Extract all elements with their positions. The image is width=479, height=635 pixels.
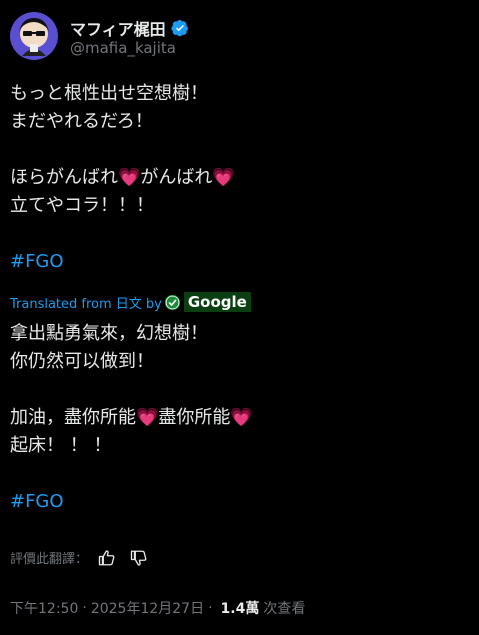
views-count: 1.4萬	[220, 601, 260, 617]
tweet-body: もっと根性出せ空想樹！ まだやれるだろ！ ほらがんばれ💗がんばれ💗 立てやコラ！…	[10, 80, 465, 276]
name-row: マフィア梶田	[70, 16, 189, 40]
hashtag-link[interactable]: #FGO	[10, 251, 64, 272]
views-label: 次查看	[263, 601, 306, 617]
translated-body: 拿出點勇氣來，幻想樹！ 你仍然可以做到！ 加油，盡你所能💗盡你所能💗 起床！ ！…	[10, 320, 465, 516]
translated-text: 拿出點勇氣來，幻想樹！ 你仍然可以做到！ 加油，盡你所能💗盡你所能💗 起床！ ！…	[10, 323, 253, 456]
check-circle-icon	[164, 294, 181, 310]
avatar-image	[10, 12, 58, 60]
google-logo[interactable]: Google	[183, 292, 251, 312]
thumbs-down-icon[interactable]	[130, 549, 148, 567]
author-handle[interactable]: @mafia_kajita	[70, 39, 176, 57]
thumbs-up-icon[interactable]	[98, 549, 116, 567]
separator-dot: ·	[208, 600, 213, 616]
display-name[interactable]: マフィア梶田	[70, 16, 166, 40]
avatar[interactable]	[10, 12, 58, 60]
verified-badge-icon[interactable]	[171, 19, 189, 37]
translation-attribution: Translated from 日文 by Google	[10, 292, 251, 312]
tweet-date[interactable]: 2025年12月27日	[91, 598, 204, 618]
translated-from-label: Translated from 日文 by	[10, 296, 162, 312]
separator-dot: ·	[82, 600, 87, 616]
rate-translation: 評價此翻譯：	[10, 548, 148, 567]
tweet-header: マフィア梶田 @mafia_kajita	[10, 10, 470, 62]
tweet-meta: 下午12:50 · 2025年12月27日 · 1.4萬 次查看	[10, 598, 305, 618]
tweet-time[interactable]: 下午12:50	[10, 598, 78, 618]
rate-translation-label: 評價此翻譯：	[10, 552, 89, 567]
tweet-text: もっと根性出せ空想樹！ まだやれるだろ！ ほらがんばれ💗がんばれ💗 立てやコラ！…	[10, 83, 235, 216]
translated-hashtag-link[interactable]: #FGO	[10, 491, 64, 512]
